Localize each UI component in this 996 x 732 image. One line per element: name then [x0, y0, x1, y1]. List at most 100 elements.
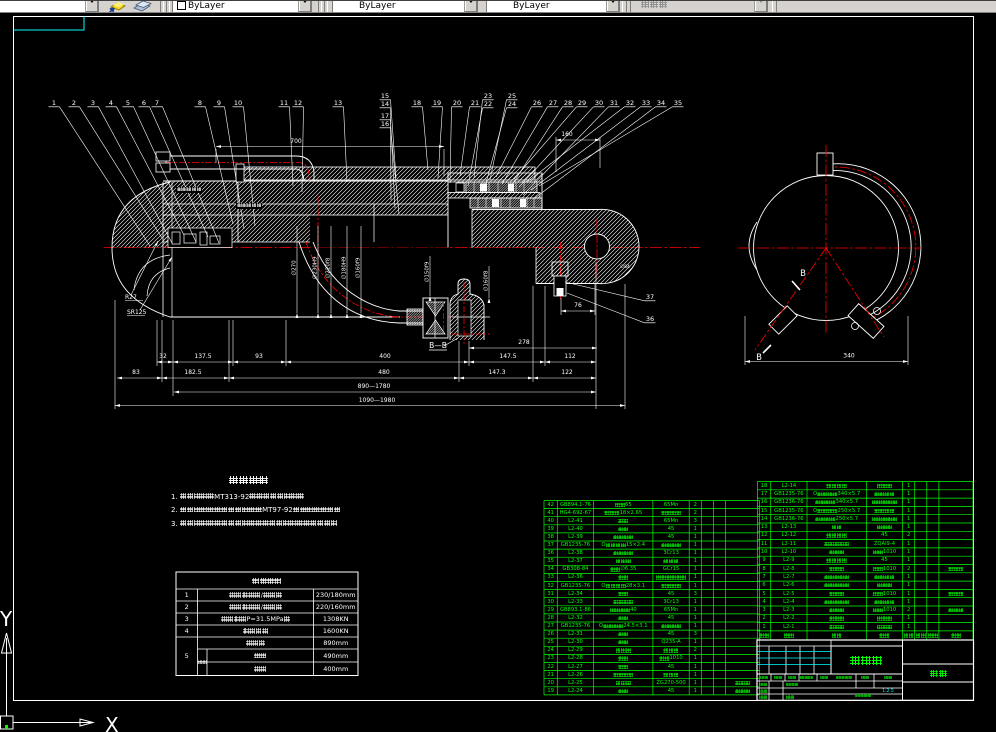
bom-cell [807, 589, 866, 597]
bom-cell [594, 663, 653, 671]
layer-previous-button[interactable] [129, 1, 155, 12]
layer-control-combo[interactable] [0, 1, 99, 12]
bom-cell [701, 614, 713, 622]
bom-cell: 27 [547, 623, 554, 630]
bom-cell: GB893.1-86 [559, 606, 591, 613]
diameter-dimension: ∅150f9 [425, 261, 431, 282]
bom-cell [866, 623, 902, 631]
bom-cell [594, 614, 653, 622]
bom-cell: 38 [547, 533, 554, 540]
callout-number: 7 [155, 99, 159, 107]
bom-cell [701, 606, 713, 614]
callout-number: 1 [52, 99, 56, 107]
lineweight-combo-dropdown-icon[interactable] [606, 1, 619, 12]
bom-cell [927, 482, 939, 490]
bom-cell: L2-11 [781, 540, 797, 547]
diameter-dimension: ∅160f9 [356, 257, 362, 278]
bom-cell: L2-3 [783, 607, 795, 614]
title-block-cell [784, 694, 796, 700]
tech-req-line: 1. MT313-92 [171, 493, 391, 501]
bom-cell [594, 557, 653, 565]
bom-cell: O 24.5×3.1 [598, 623, 648, 630]
bom-cell [713, 598, 725, 606]
bom-cell: L2-29 [568, 647, 583, 654]
bom-cell [701, 541, 713, 549]
tech-table-cell [207, 649, 314, 662]
toolbar-separator [166, 1, 170, 12]
color-combo-dropdown-icon[interactable] [298, 1, 311, 12]
bom-cell: 2 [693, 509, 697, 516]
make-object-layer-current-button[interactable] [103, 1, 129, 12]
bom-cell [807, 548, 866, 556]
bom-cell: L2-8 [783, 565, 795, 572]
circular-end-view[interactable] [738, 145, 922, 354]
callout-number: 18 [413, 99, 421, 107]
bom-cell [807, 482, 866, 490]
bom-cell: 5 [762, 590, 766, 597]
bom-cell: 1 [693, 671, 697, 678]
cad-application-window: ByLayer ByLayer ByLayer 32 137.5 93 400 … [0, 0, 996, 732]
bom-cell: L2-6 [783, 582, 795, 589]
bom-cell: 8 [762, 565, 766, 572]
bom-cell [713, 663, 725, 671]
bom-cell: 1010 [866, 606, 902, 614]
bom-cell [807, 614, 866, 622]
color-control-combo[interactable]: ByLayer [172, 1, 312, 12]
bom-cell: 45 [667, 525, 675, 532]
bom-cell: 1 [693, 542, 697, 549]
bom-cell [915, 614, 927, 622]
bom-cell [653, 671, 689, 679]
bom-cell: GB1236-76 [774, 515, 804, 522]
bom-cell: 1 [693, 606, 697, 613]
bom-cell [726, 687, 760, 695]
bom-cell [726, 638, 760, 646]
bom-cell: 1 [906, 524, 911, 531]
bom-cell: 1010 [653, 654, 689, 662]
linetype-control-combo[interactable]: ByLayer [332, 1, 478, 12]
bom-cell [915, 548, 927, 556]
bom-cell: GB1235-76 [560, 542, 591, 549]
bom-cell [939, 565, 973, 573]
bom-cell: 2 [906, 532, 911, 539]
bom-cell: 3 [693, 631, 697, 638]
bom-cell [726, 671, 760, 679]
part-name [903, 665, 974, 683]
bom-cell [807, 523, 866, 531]
technical-characteristics-table: 1 /230/180mm 2 /220/160mm 3 P=31.5MPa 1308KN… [176, 572, 358, 676]
tech-req-line: 3. [171, 520, 391, 528]
plotstyle-combo-dropdown-icon[interactable] [754, 1, 767, 12]
callout-number: 4 [109, 99, 113, 107]
callout-number: 29 [578, 99, 586, 107]
dimension-value: 160 [561, 131, 573, 138]
bom-cell: 42 [547, 501, 554, 508]
bom-cell [726, 663, 760, 671]
bom-cell [701, 679, 713, 687]
bom-cell [866, 573, 902, 581]
diameter-dimension: ∅270 [292, 260, 298, 276]
bom-cell [927, 556, 939, 564]
bom-cell: 2 [693, 501, 697, 508]
dimension-value: 340 [843, 353, 855, 360]
plotstyle-control-combo[interactable] [630, 1, 768, 12]
lineweight-control-combo[interactable]: ByLayer [486, 1, 620, 12]
bom-cell [939, 589, 973, 597]
layer-combo-dropdown-icon[interactable] [85, 1, 98, 12]
bom-cell [866, 490, 902, 498]
bom-cell: L2-28 [568, 655, 583, 662]
callout-number: 26 [533, 99, 541, 107]
bom-cell [701, 687, 713, 695]
bom-cell: 37 [547, 542, 554, 549]
toolbar-separator [622, 1, 627, 12]
bom-cell [726, 606, 760, 614]
bom-cell: 15 [760, 507, 768, 514]
bom-cell: 2 [762, 615, 766, 622]
bom-cell: 45 [667, 590, 675, 597]
lineweight-combo-value: ByLayer [513, 1, 550, 11]
bom-cell: 33 [547, 574, 554, 581]
tech-table-cell: 4 [184, 627, 189, 635]
technical-requirements: 1. MT313-92 2. MT97-92 3. [171, 476, 391, 528]
bom-cell: 40 [547, 517, 554, 524]
linetype-combo-dropdown-icon[interactable] [464, 1, 477, 12]
corner-mark [13, 16, 85, 31]
bom-cell [915, 523, 927, 531]
